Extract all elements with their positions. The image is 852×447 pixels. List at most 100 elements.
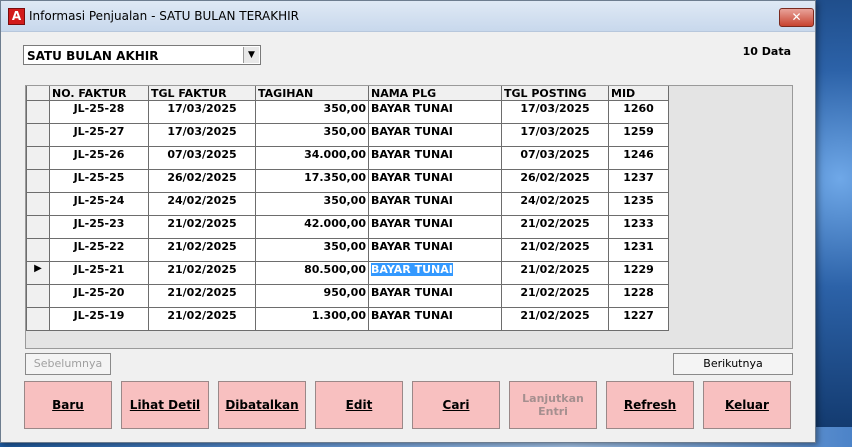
table-cell[interactable]: JL-25-20 [49,284,149,308]
table-cell[interactable]: 26/02/2025 [148,169,256,193]
table-cell[interactable]: 1237 [608,169,669,193]
row-selector[interactable] [26,307,50,331]
table-cell[interactable]: BAYAR TUNAI [368,215,502,239]
view-detail-button[interactable]: Lihat Detil [121,381,209,429]
col-header-no-faktur[interactable]: NO. FAKTUR [49,86,149,101]
table-cell[interactable]: 21/02/2025 [148,238,256,262]
row-selector[interactable] [26,215,50,239]
table-cell[interactable]: 350,00 [255,192,369,216]
table-cell[interactable]: JL-25-22 [49,238,149,262]
table-cell[interactable]: 21/02/2025 [501,215,609,239]
col-header-tgl-faktur[interactable]: TGL FAKTUR [148,86,256,101]
table-cell[interactable]: 34.000,00 [255,146,369,170]
table-cell[interactable]: 350,00 [255,238,369,262]
new-button[interactable]: Baru [24,381,112,429]
table-cell[interactable]: 1259 [608,123,669,147]
table-cell[interactable]: JL-25-24 [49,192,149,216]
table-cell[interactable]: 1227 [608,307,669,331]
row-selector[interactable] [26,146,50,170]
table-cell[interactable]: 1246 [608,146,669,170]
table-cell[interactable]: JL-25-27 [49,123,149,147]
table-cell[interactable]: 24/02/2025 [501,192,609,216]
table-cell[interactable]: JL-25-26 [49,146,149,170]
col-header-nama-plg[interactable]: NAMA PLG [368,86,502,101]
table-cell[interactable]: 07/03/2025 [148,146,256,170]
table-row[interactable]: ▶ JL-25-21 21/02/2025 80.500,00 BAYAR TUNAI 2… [26,261,669,285]
row-selector[interactable] [26,123,50,147]
table-row[interactable]: JL-25-23 21/02/2025 42.000,00 BAYAR TUNAI 21… [26,215,669,239]
table-cell[interactable]: 21/02/2025 [501,238,609,262]
table-cell[interactable]: 350,00 [255,100,369,124]
chevron-down-icon[interactable]: ▼ [243,47,259,63]
table-cell[interactable]: 1228 [608,284,669,308]
table-cell[interactable]: JL-25-23 [49,215,149,239]
row-selector[interactable] [26,284,50,308]
row-selector[interactable] [26,192,50,216]
table-cell[interactable]: BAYAR TUNAI [368,261,502,285]
table-cell[interactable]: 1233 [608,215,669,239]
table-cell[interactable]: 17/03/2025 [148,123,256,147]
table-cell[interactable]: 1229 [608,261,669,285]
search-button[interactable]: Cari [412,381,500,429]
table-cell[interactable]: BAYAR TUNAI [368,169,502,193]
refresh-button[interactable]: Refresh [606,381,694,429]
period-dropdown[interactable]: SATU BULAN AKHIR ▼ [23,45,261,65]
table-cell[interactable]: 950,00 [255,284,369,308]
table-cell[interactable]: 1.300,00 [255,307,369,331]
table-cell[interactable]: 21/02/2025 [501,284,609,308]
row-selector[interactable]: ▶ [26,261,50,285]
table-cell[interactable]: 80.500,00 [255,261,369,285]
table-cell[interactable]: 17/03/2025 [148,100,256,124]
table-cell[interactable]: BAYAR TUNAI [368,123,502,147]
table-cell[interactable]: 21/02/2025 [148,307,256,331]
edit-button[interactable]: Edit [315,381,403,429]
table-cell[interactable]: BAYAR TUNAI [368,284,502,308]
table-cell[interactable]: JL-25-28 [49,100,149,124]
table-cell[interactable]: BAYAR TUNAI [368,146,502,170]
table-cell[interactable]: 21/02/2025 [148,284,256,308]
table-cell[interactable]: 26/02/2025 [501,169,609,193]
table-cell[interactable]: BAYAR TUNAI [368,192,502,216]
cancelled-button[interactable]: Dibatalkan [218,381,306,429]
col-header-tgl-posting[interactable]: TGL POSTING [501,86,609,101]
table-cell[interactable]: 17/03/2025 [501,100,609,124]
table-cell[interactable]: 21/02/2025 [501,261,609,285]
col-header-mid[interactable]: MID [608,86,669,101]
row-selector[interactable] [26,238,50,262]
next-page-button[interactable]: Berikutnya [673,353,793,375]
table-cell[interactable]: BAYAR TUNAI [368,307,502,331]
row-selector[interactable] [26,169,50,193]
table-cell[interactable]: 24/02/2025 [148,192,256,216]
table-cell[interactable]: 17.350,00 [255,169,369,193]
table-cell[interactable]: 21/02/2025 [501,307,609,331]
table-cell[interactable]: 21/02/2025 [148,261,256,285]
col-header-tagihan[interactable]: TAGIHAN [255,86,369,101]
table-cell[interactable]: BAYAR TUNAI [368,100,502,124]
table-row[interactable]: JL-25-20 21/02/2025 950,00 BAYAR TUNAI 21/02… [26,284,669,308]
table-cell[interactable]: JL-25-25 [49,169,149,193]
table-row[interactable]: JL-25-25 26/02/2025 17.350,00 BAYAR TUNAI 26… [26,169,669,193]
table-row[interactable]: JL-25-19 21/02/2025 1.300,00 BAYAR TUNAI 21/… [26,307,669,331]
table-cell[interactable]: 1231 [608,238,669,262]
row-selector[interactable] [26,100,50,124]
table-cell[interactable]: 17/03/2025 [501,123,609,147]
sales-grid[interactable]: NO. FAKTUR TGL FAKTUR TAGIHAN NAMA PLG T… [25,85,793,349]
continue-entry-button[interactable]: Lanjutkan Entri [509,381,597,429]
table-cell[interactable]: 1235 [608,192,669,216]
table-cell[interactable]: JL-25-21 [49,261,149,285]
close-button[interactable]: ✕ [779,8,814,27]
table-row[interactable]: JL-25-28 17/03/2025 350,00 BAYAR TUNAI 17/03… [26,100,669,124]
prev-page-button[interactable]: Sebelumnya [25,353,111,375]
table-row[interactable]: JL-25-27 17/03/2025 350,00 BAYAR TUNAI 17/03… [26,123,669,147]
table-cell[interactable]: BAYAR TUNAI [368,238,502,262]
table-row[interactable]: JL-25-24 24/02/2025 350,00 BAYAR TUNAI 24/02… [26,192,669,216]
table-cell[interactable]: 07/03/2025 [501,146,609,170]
table-cell[interactable]: JL-25-19 [49,307,149,331]
exit-button[interactable]: Keluar [703,381,791,429]
table-cell[interactable]: 21/02/2025 [148,215,256,239]
table-row[interactable]: JL-25-26 07/03/2025 34.000,00 BAYAR TUNAI 07… [26,146,669,170]
table-row[interactable]: JL-25-22 21/02/2025 350,00 BAYAR TUNAI 21/02… [26,238,669,262]
table-cell[interactable]: 42.000,00 [255,215,369,239]
table-cell[interactable]: 350,00 [255,123,369,147]
table-cell[interactable]: 1260 [608,100,669,124]
